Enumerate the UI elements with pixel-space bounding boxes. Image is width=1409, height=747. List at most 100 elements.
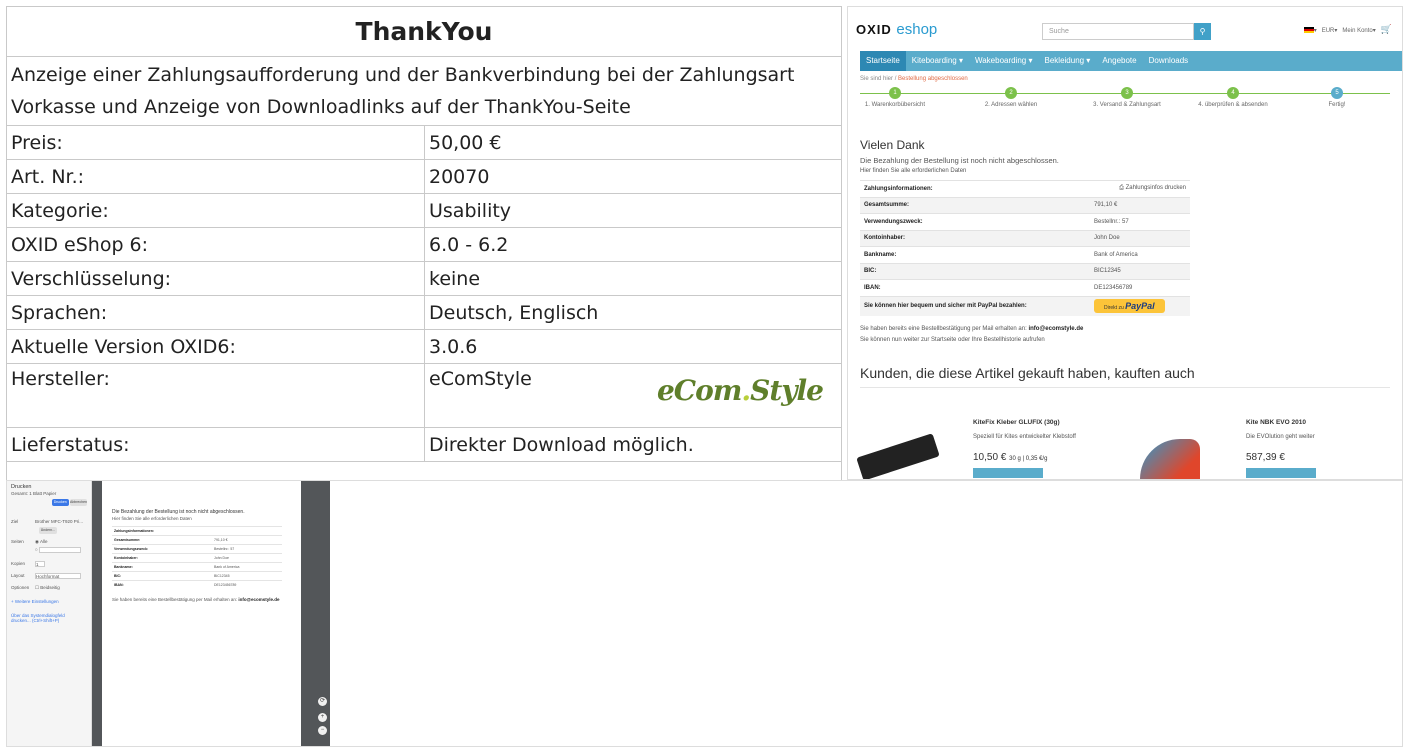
data-hint-text: Hier finden Sie alle erforderlichen Date… [860,168,967,174]
info-key: Sprachen: [6,295,425,330]
info-key: Verschlüsselung: [6,261,425,296]
currency-select[interactable]: EUR [1322,28,1335,34]
add-to-cart-button[interactable] [1246,468,1316,478]
more-settings-toggle[interactable]: + Weitere Einstellungen [11,599,59,604]
copies-input[interactable]: 1 [35,561,45,567]
info-key: OXID eShop 6: [6,227,425,262]
info-value: eComStyle [429,368,532,390]
table-row: Kontoinhaber: John Doe [112,553,282,563]
continue-note: Sie können nun weiter zur Startseite ode… [860,337,1045,343]
printer-icon: ⎙ [1119,185,1124,192]
payment-pending-text: Die Bezahlung der Bestellung ist noch ni… [860,156,1059,165]
preview-heading: Die Bezahlung der Bestellung ist noch ni… [112,509,245,515]
table-row: Verwendungszweck: Bestellnr.: 57 [112,544,282,554]
info-key: Aktuelle Version OXID6: [6,329,425,364]
info-value-cell: eComStyle eCom.Style [424,363,842,428]
related-products-heading: Kunden, die diese Artikel gekauft haben,… [860,365,1390,388]
manufacturer-logo: eCom.Style [656,374,824,407]
shop-logo[interactable]: OXID eshop [856,21,937,38]
flag-de-icon[interactable] [1303,27,1314,34]
pages-all-radio[interactable]: ◉ Alle [35,539,47,544]
cancel-button[interactable]: Abbrechen [70,499,87,506]
duplex-checkbox[interactable]: ☐ Beidseitig [35,585,60,590]
info-key: Art. Nr.: [6,159,425,194]
nav-item-downloads[interactable]: Downloads [1143,51,1195,71]
table-row: Kontoinhaber: John Doe [860,229,1190,247]
print-button[interactable]: Drucken [51,499,69,506]
product-image[interactable] [856,419,940,479]
add-to-cart-button[interactable] [973,468,1043,478]
nav-item-wakeboarding[interactable]: Wakeboarding ▾ [969,51,1039,71]
step-1[interactable]: 1 1. Warenkorbübersicht [850,87,940,108]
checkout-steps: 1 1. Warenkorbübersicht 2 2. Adressen wähl… [860,84,1390,118]
shop-tools: ▾ EUR▾ Mein Konto▾ 🛒 [1303,24,1392,35]
info-value: keine [424,261,842,296]
product-card[interactable]: KiteFix Kleber GLUFIX (30g) Speziell für… [973,419,1123,478]
table-row: Bankname: Bank of America [860,246,1190,263]
nav-item-home[interactable]: Startseite [860,51,906,71]
product-price: 587,39 € [1246,452,1285,463]
product-image[interactable] [1136,435,1206,479]
system-dialog-link[interactable]: Über das Systemdialogfeld drucken... (Ct… [11,613,85,623]
product-description: Anzeige einer Zahlungsaufforderung und d… [6,56,842,126]
printer-select[interactable]: Brother MFC-T920 Pri... [35,519,83,524]
cart-icon[interactable]: 🛒 [1381,24,1392,34]
product-name: Kite NBK EVO 2010 [1246,419,1306,426]
table-row: IBAN: DE123456789 [860,279,1190,296]
search-icon: ⚲ [1199,27,1206,36]
preview-hint: Hier finden Sie alle erforderlichen Date… [112,516,192,521]
nav-item-offers[interactable]: Angebote [1096,51,1142,71]
info-row-price: Preis: 50,00 € [6,125,842,160]
search-input[interactable]: Suche [1042,23,1194,40]
print-title: Drucken [11,484,32,490]
nav-item-clothing[interactable]: Bekleidung ▾ [1039,51,1097,71]
info-row-current-version: Aktuelle Version OXID6: 3.0.6 [6,329,842,364]
mail-address: info@ecomstyle.de [1028,326,1084,332]
product-title: ThankYou [6,6,842,57]
table-row: IBAN: DE123456789 [112,580,282,590]
info-row-encryption: Verschlüsselung: keine [6,261,842,296]
product-card[interactable]: Kite NBK EVO 2010 Die EVOlution geht wei… [1246,419,1396,478]
info-key: Preis: [6,125,425,160]
table-row: Gesamtsumme: 791,10 € [860,196,1190,214]
fit-to-page-icon[interactable]: ⟳ [318,697,327,706]
step-4[interactable]: 4 4. überprüfen & absenden [1188,87,1278,108]
info-value: 20070 [424,159,842,194]
info-row-article-number: Art. Nr.: 20070 [6,159,842,194]
pages-custom-radio[interactable]: ○ [35,547,38,552]
nav-item-kiteboarding[interactable]: Kiteboarding ▾ [906,51,969,71]
main-nav: Startseite Kiteboarding ▾ Wakeboarding ▾… [860,51,1402,71]
payment-info-table: Zahlungsinformationen: ⎙ Zahlungsinfos d… [860,180,1190,316]
info-value: 6.0 - 6.2 [424,227,842,262]
layout-select[interactable]: Hochformat [35,573,81,579]
thank-you-heading: Vielen Dank [860,138,925,152]
paypal-button[interactable]: Direkt zu PayPal [1094,299,1165,314]
zoom-out-icon[interactable]: − [318,726,327,735]
info-value: Usability [424,193,842,228]
info-row-category: Kategorie: Usability [6,193,842,228]
info-value: Deutsch, Englisch [424,295,842,330]
zoom-in-icon[interactable]: + [318,713,327,722]
info-key: Kategorie: [6,193,425,228]
pages-custom-input[interactable] [38,547,81,553]
paypal-row: Sie können hier bequem und sicher mit Pa… [860,295,1190,316]
info-row-oxid-version: OXID eShop 6: 6.0 - 6.2 [6,227,842,262]
table-row: Gesamtsumme: 791,10 € [112,535,282,545]
table-row: BIC: BIC12345 [860,262,1190,280]
info-value: 3.0.6 [424,329,842,364]
product-desc: Speziell für Kites entwickelter Klebstof… [973,434,1076,440]
print-payment-link[interactable]: ⎙ Zahlungsinfos drucken [1090,180,1190,197]
step-5: 5 Fertig! [1292,87,1382,108]
change-printer-button[interactable]: Ändern... [39,527,57,534]
account-menu[interactable]: Mein Konto [1342,28,1372,34]
product-name: KiteFix Kleber GLUFIX (30g) [973,419,1060,426]
sheet-count: Gesamt: 1 Blatt Papier [11,491,57,496]
product-desc: Die EVOlution geht weiter [1246,434,1315,440]
preview-mail-note: Sie haben bereits eine Bestellbestätigun… [112,596,280,602]
info-row-delivery-status: Lieferstatus: Direkter Download möglich. [6,427,842,462]
step-2[interactable]: 2 2. Adressen wählen [966,87,1056,108]
step-3[interactable]: 3 3. Versand & Zahlungsart [1082,87,1172,108]
product-info-table: ThankYou Anzeige einer Zahlungsaufforder… [6,6,842,484]
search-button[interactable]: ⚲ [1194,23,1211,40]
shop-screenshot: OXID eshop Suche ⚲ ▾ EUR▾ Mein Konto▾ 🛒 … [847,6,1403,480]
